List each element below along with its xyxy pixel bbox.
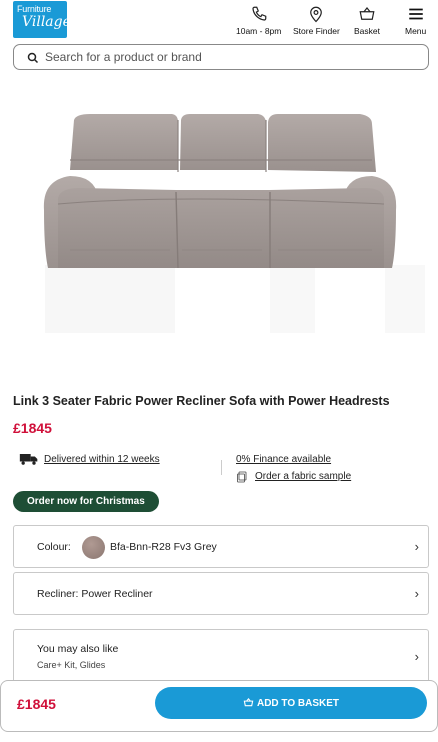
menu-label: Menu: [405, 26, 427, 36]
fabric-sample-link[interactable]: Order a fabric sample: [255, 471, 351, 482]
fabric-swatch-icon: [237, 471, 247, 483]
delivery-link[interactable]: Delivered within 12 weeks: [44, 454, 160, 465]
menu-button[interactable]: Menu: [405, 5, 426, 36]
christmas-badge: Order now for Christmas: [13, 491, 159, 512]
recliner-label: Recliner: Power Recliner: [37, 588, 153, 600]
logo-line2: Village: [22, 14, 71, 30]
search-input[interactable]: [45, 48, 415, 66]
also-like-title: You may also like: [37, 643, 119, 655]
divider: [221, 460, 222, 475]
opening-hours-label: 10am - 8pm: [236, 26, 282, 36]
also-like-items: Care+ Kit, Glides: [37, 660, 106, 670]
colour-value: Bfa-Bnn-R28 Fv3 Grey: [110, 541, 217, 553]
location-pin-icon: [310, 6, 323, 23]
site-header: Furniture Village 10am - 8pm Store Finde…: [0, 0, 438, 42]
recliner-selector[interactable]: Recliner: Power Recliner ›: [13, 572, 429, 615]
colour-label: Colour:: [37, 541, 71, 553]
add-to-basket-label: ADD TO BASKET: [256, 698, 340, 709]
chevron-right-icon: ›: [414, 539, 419, 554]
opening-hours-link[interactable]: 10am - 8pm: [236, 5, 281, 36]
sticky-basket-bar: £1845 ADD TO BASKET: [0, 680, 438, 732]
phone-icon: [252, 6, 267, 21]
basket-label: Basket: [354, 26, 380, 36]
basket-icon: [243, 697, 254, 707]
product-title: Link 3 Seater Fabric Power Recliner Sofa…: [13, 394, 390, 408]
product-image[interactable]: [0, 100, 438, 350]
delivery-truck-icon: [19, 454, 38, 465]
sticky-price: £1845: [17, 696, 56, 712]
basket-icon: [359, 7, 375, 20]
search-icon: [27, 52, 39, 64]
finance-link[interactable]: 0% Finance available: [236, 454, 331, 465]
basket-link[interactable]: Basket: [354, 5, 380, 36]
add-to-basket-button[interactable]: ADD TO BASKET: [155, 687, 427, 719]
also-like-selector[interactable]: You may also like Care+ Kit, Glides ›: [13, 629, 429, 685]
colour-swatch: [82, 536, 105, 559]
chevron-right-icon: ›: [414, 586, 419, 601]
product-price: £1845: [13, 420, 52, 436]
store-finder-label: Store Finder: [293, 26, 340, 36]
colour-selector[interactable]: Colour: Bfa-Bnn-R28 Fv3 Grey ›: [13, 525, 429, 568]
furniture-village-logo[interactable]: Furniture Village: [13, 1, 71, 38]
chevron-right-icon: ›: [414, 649, 419, 664]
search-bar: [13, 44, 429, 70]
store-finder-link[interactable]: Store Finder: [293, 5, 340, 36]
hamburger-menu-icon: [408, 8, 423, 20]
